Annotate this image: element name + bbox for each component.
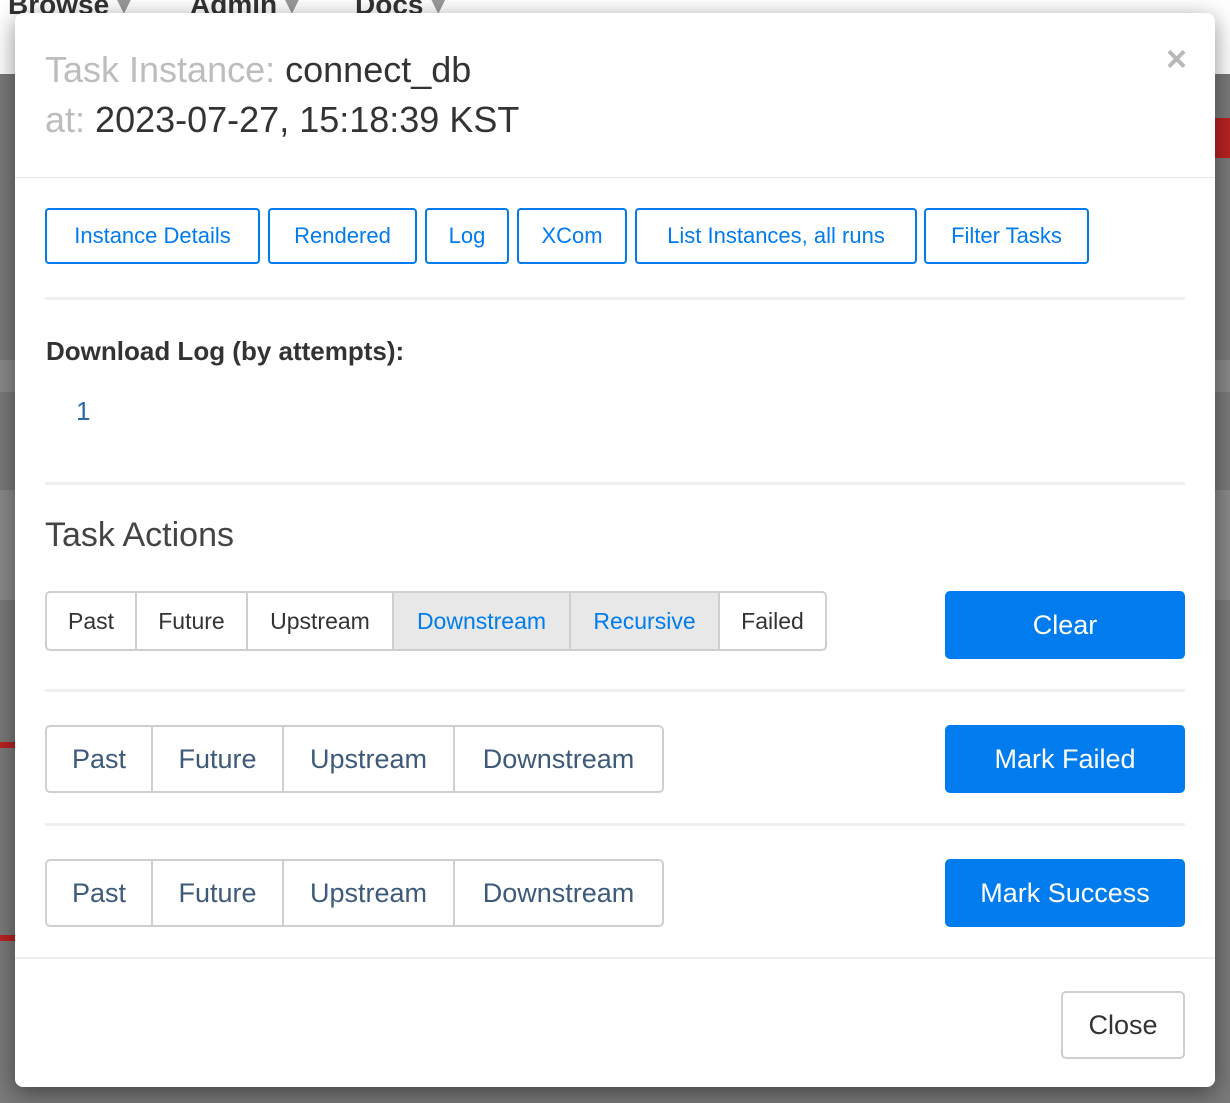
clear-option-future[interactable]: Future xyxy=(137,593,248,649)
mark-success-option-past[interactable]: Past xyxy=(47,861,153,925)
download-log-title: Download Log (by attempts): xyxy=(46,336,405,366)
xcom-button[interactable]: XCom xyxy=(517,208,627,264)
clear-button[interactable]: Clear xyxy=(945,591,1185,659)
mark-failed-option-upstream[interactable]: Upstream xyxy=(284,727,455,791)
mark-failed-option-past[interactable]: Past xyxy=(47,727,153,791)
close-button[interactable]: Close xyxy=(1061,991,1185,1059)
divider xyxy=(45,689,1185,692)
clear-option-downstream[interactable]: Downstream xyxy=(394,593,571,649)
list-instances-button[interactable]: List Instances, all runs xyxy=(635,208,917,264)
log-button[interactable]: Log xyxy=(425,208,509,264)
mark-success-option-upstream[interactable]: Upstream xyxy=(284,861,455,925)
divider xyxy=(45,482,1185,485)
task-id: connect_db xyxy=(285,49,472,90)
clear-option-failed[interactable]: Failed xyxy=(720,593,825,649)
rendered-button[interactable]: Rendered xyxy=(268,208,417,264)
clear-option-upstream[interactable]: Upstream xyxy=(248,593,394,649)
task-instance-modal: Task Instance: connect_db at: 2023-07-27… xyxy=(15,13,1215,1087)
download-attempt-link[interactable]: 1 xyxy=(76,396,90,427)
at-prefix: at: xyxy=(45,99,86,140)
mark-failed-button[interactable]: Mark Failed xyxy=(945,725,1185,793)
instance-details-button[interactable]: Instance Details xyxy=(45,208,260,264)
title-prefix: Task Instance: xyxy=(45,49,276,90)
modal-footer: Close xyxy=(15,957,1215,1089)
modal-subtitle: at: 2023-07-27, 15:18:39 KST xyxy=(45,99,519,141)
filter-tasks-button[interactable]: Filter Tasks xyxy=(924,208,1089,264)
clear-option-past[interactable]: Past xyxy=(47,593,137,649)
mark-failed-option-downstream[interactable]: Downstream xyxy=(455,727,662,791)
execution-date: 2023-07-27, 15:18:39 KST xyxy=(95,99,520,140)
divider xyxy=(45,823,1185,826)
mark-failed-option-future[interactable]: Future xyxy=(153,727,284,791)
background-bar xyxy=(0,935,16,941)
divider xyxy=(45,297,1185,300)
clear-options-group: Past Future Upstream Downstream Recursiv… xyxy=(45,591,827,651)
task-actions-title: Task Actions xyxy=(45,516,234,554)
clear-option-recursive[interactable]: Recursive xyxy=(571,593,720,649)
modal-title: Task Instance: connect_db xyxy=(45,49,471,91)
mark-success-option-downstream[interactable]: Downstream xyxy=(455,861,662,925)
mark-success-button[interactable]: Mark Success xyxy=(945,859,1185,927)
mark-success-options-group: Past Future Upstream Downstream xyxy=(45,859,664,927)
mark-success-option-future[interactable]: Future xyxy=(153,861,284,925)
close-icon[interactable]: × xyxy=(1166,39,1187,79)
mark-failed-options-group: Past Future Upstream Downstream xyxy=(45,725,664,793)
modal-header: Task Instance: connect_db at: 2023-07-27… xyxy=(15,13,1215,178)
background-bar xyxy=(0,742,16,748)
